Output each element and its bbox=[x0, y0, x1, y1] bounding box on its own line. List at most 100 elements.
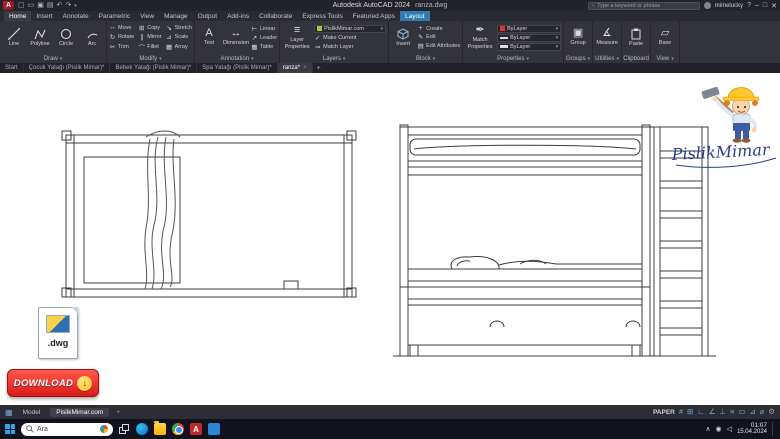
new-file-icon[interactable]: ▢ bbox=[18, 1, 25, 11]
panel-label-clipboard[interactable]: Clipboard bbox=[622, 54, 650, 63]
file-tab-spa-yatagi[interactable]: Spa Yatağı (Pislik Mimar)* bbox=[197, 63, 277, 73]
annotation-scale-icon[interactable]: ⊿ bbox=[749, 408, 755, 416]
ribbon-tab-home[interactable]: Home bbox=[4, 11, 31, 21]
minimize-button[interactable]: – bbox=[755, 2, 759, 10]
panel-label-properties[interactable]: Properties▾ bbox=[463, 54, 563, 63]
ribbon-tab-view[interactable]: View bbox=[135, 11, 159, 21]
table-button[interactable]: ▦Table bbox=[251, 43, 277, 51]
bunkbed-side-view[interactable] bbox=[393, 125, 716, 356]
new-tab-button[interactable]: + bbox=[313, 63, 325, 73]
ribbon-tab-addins[interactable]: Add-ins bbox=[222, 11, 254, 21]
panel-label-block[interactable]: Block▾ bbox=[389, 54, 462, 63]
stretch-tool-button[interactable]: ↘Stretch bbox=[166, 24, 192, 32]
redo-icon[interactable]: ↷ bbox=[65, 1, 71, 11]
rotate-tool-button[interactable]: ↻Rotate bbox=[109, 33, 134, 41]
layout-tab-pislikmimar[interactable]: PislikMimar.com bbox=[50, 408, 109, 417]
panel-label-view[interactable]: View▾ bbox=[651, 54, 679, 63]
paper-space-indicator[interactable]: PAPER bbox=[653, 409, 675, 416]
task-view-button[interactable] bbox=[119, 424, 130, 435]
copy-tool-button[interactable]: ⊞Copy bbox=[138, 24, 161, 32]
notification-center-button[interactable] bbox=[772, 422, 775, 436]
panel-label-groups[interactable]: Groups▾ bbox=[564, 54, 592, 63]
save-icon[interactable]: ▣ bbox=[37, 1, 44, 11]
tray-chevron-icon[interactable]: ∧ bbox=[705, 425, 710, 433]
polyline-tool-button[interactable]: Polyline bbox=[28, 22, 52, 53]
close-button[interactable]: ✕ bbox=[771, 2, 777, 10]
customization-gear-icon[interactable]: ⚙ bbox=[768, 408, 775, 416]
text-tool-button[interactable]: A Text bbox=[197, 22, 221, 53]
bunkbed-front-view[interactable] bbox=[62, 131, 356, 297]
plot-icon[interactable]: ▤ bbox=[47, 1, 54, 11]
dimension-tool-button[interactable]: ↔ Dimension bbox=[223, 22, 249, 53]
make-current-button[interactable]: ✓Make Current bbox=[314, 34, 386, 42]
panel-label-annotation[interactable]: Annotation▾ bbox=[195, 54, 279, 63]
grid-toggle-icon[interactable]: # bbox=[679, 408, 683, 416]
polar-tracking-icon[interactable]: ∠ bbox=[709, 408, 716, 416]
signed-in-user[interactable]: mimelucky bbox=[715, 3, 743, 9]
panel-label-utilities[interactable]: Utilities▾ bbox=[593, 54, 621, 63]
dynamic-input-icon[interactable]: ▭ bbox=[738, 408, 745, 416]
trim-tool-button[interactable]: ✂Trim bbox=[109, 42, 134, 52]
ribbon-tab-manage[interactable]: Manage bbox=[159, 11, 193, 21]
file-explorer-icon[interactable] bbox=[154, 423, 166, 435]
volume-icon[interactable]: ◁ bbox=[727, 425, 732, 433]
pillow-and-blanket[interactable] bbox=[451, 257, 642, 269]
file-tab-ranza[interactable]: ranza*× bbox=[278, 63, 313, 73]
chevron-down-icon[interactable]: ▾ bbox=[74, 1, 77, 11]
leader-button[interactable]: ↗Leader bbox=[251, 34, 277, 42]
line-tool-button[interactable]: Line bbox=[2, 22, 26, 53]
open-file-icon[interactable]: ▭ bbox=[28, 1, 35, 11]
file-tab-start[interactable]: Start bbox=[0, 63, 24, 73]
autocad-logo-icon[interactable]: A bbox=[3, 1, 14, 10]
create-block-button[interactable]: +Create bbox=[417, 25, 460, 32]
ribbon-tab-insert[interactable]: Insert bbox=[31, 11, 57, 21]
match-properties-button[interactable]: ✒ Match Properties bbox=[465, 22, 495, 53]
ribbon-tab-featured-apps[interactable]: Featured Apps bbox=[348, 11, 400, 21]
arc-tool-button[interactable]: Arc bbox=[80, 22, 104, 53]
ribbon-tab-collaborate[interactable]: Collaborate bbox=[254, 11, 297, 21]
layer-properties-button[interactable]: ≡ Layer Properties bbox=[282, 22, 312, 53]
chrome-browser-icon[interactable] bbox=[172, 423, 184, 435]
edit-block-button[interactable]: ✎Edit bbox=[417, 33, 460, 41]
drawing-area[interactable]: PislikMimar .dwg DOWNLOAD ↓ bbox=[0, 73, 780, 405]
snap-toggle-icon[interactable]: ⊞ bbox=[687, 408, 693, 416]
ribbon-tab-output[interactable]: Output bbox=[193, 11, 223, 21]
lineweight-toggle-icon[interactable]: ≡ bbox=[730, 408, 734, 416]
network-icon[interactable]: ◉ bbox=[715, 425, 721, 433]
taskbar-clock[interactable]: 01:07 15.04.2024 bbox=[737, 422, 767, 436]
lineweight-dropdown[interactable]: ByLayer ▾ bbox=[497, 43, 561, 51]
object-color-dropdown[interactable]: ByLayer ▾ bbox=[497, 25, 561, 33]
measure-button[interactable]: ∡ Measure bbox=[595, 22, 619, 53]
linetype-dropdown[interactable]: ByLayer ▾ bbox=[497, 34, 561, 42]
file-tab-bebek-yatagi[interactable]: Bebek Yatağı (Pislik Mimar)* bbox=[110, 63, 197, 73]
osnap-toggle-icon[interactable]: ⊥ bbox=[719, 408, 726, 416]
isolate-objects-icon[interactable]: ⌀ bbox=[760, 408, 765, 416]
maximize-button[interactable]: □ bbox=[763, 2, 767, 10]
panel-label-layers[interactable]: Layers▾ bbox=[280, 54, 388, 63]
help-icon[interactable]: ? bbox=[747, 2, 751, 9]
insert-block-button[interactable]: Insert bbox=[391, 22, 415, 53]
drawing-svg[interactable]: PislikMimar bbox=[0, 73, 780, 405]
layer-dropdown[interactable]: PislikMimar.com ▾ bbox=[314, 25, 386, 33]
move-tool-button[interactable]: ↔Move bbox=[109, 24, 134, 32]
new-layout-button[interactable]: + bbox=[113, 409, 123, 416]
paste-button[interactable]: Paste bbox=[624, 22, 648, 53]
file-tab-cocuk-yatagi[interactable]: Çocuk Yatağı (Pislik Mimar)* bbox=[24, 63, 111, 73]
help-search-input[interactable]: ○ Type a keyword or phrase bbox=[588, 2, 700, 10]
ribbon-tab-annotate[interactable]: Annotate bbox=[58, 11, 94, 21]
fillet-tool-button[interactable]: ⌒Fillet bbox=[138, 42, 161, 52]
panel-label-modify[interactable]: Modify▾ bbox=[107, 54, 194, 63]
pinned-app-icon[interactable] bbox=[208, 423, 220, 435]
edge-browser-icon[interactable] bbox=[136, 423, 148, 435]
download-button[interactable]: DOWNLOAD ↓ bbox=[7, 369, 99, 397]
mirror-tool-button[interactable]: ∥Mirror bbox=[138, 33, 161, 41]
ribbon-tab-layout[interactable]: Layout bbox=[400, 11, 430, 21]
panel-label-draw[interactable]: Draw▾ bbox=[0, 54, 106, 63]
close-icon[interactable]: × bbox=[303, 65, 307, 71]
ribbon-tab-express-tools[interactable]: Express Tools bbox=[297, 11, 347, 21]
circle-tool-button[interactable]: Circle bbox=[54, 22, 78, 53]
model-tab[interactable]: Model bbox=[17, 408, 47, 417]
group-button[interactable]: ▣ Group bbox=[566, 22, 590, 53]
curtain-sketch[interactable] bbox=[145, 131, 180, 289]
match-layer-button[interactable]: ⇒Match Layer bbox=[314, 43, 386, 51]
